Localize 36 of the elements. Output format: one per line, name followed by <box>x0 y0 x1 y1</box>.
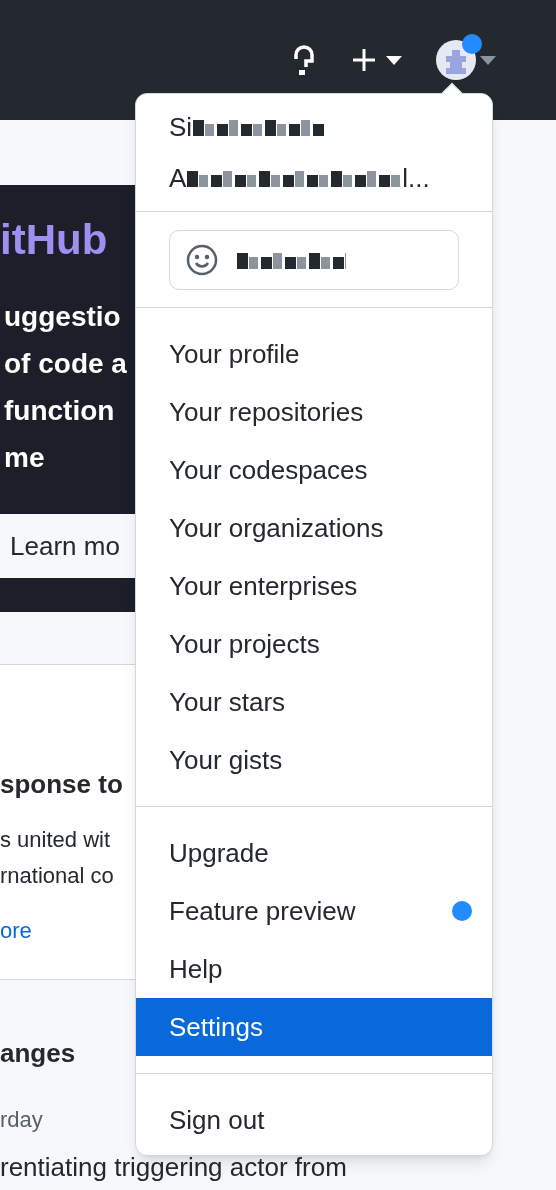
menu-item[interactable]: Your stars <box>136 673 492 731</box>
card-text: s united wit <box>0 826 111 854</box>
menu-item[interactable]: Settings <box>136 998 492 1056</box>
caret-icon <box>480 55 496 65</box>
menu-item[interactable]: Upgrade <box>136 824 492 882</box>
redacted-text-icon <box>236 250 346 269</box>
banner-text: uggestio <box>3 300 121 334</box>
username-text: A <box>169 161 187 195</box>
signed-in-label: Si <box>169 110 193 144</box>
menu-item[interactable]: Your enterprises <box>136 557 492 615</box>
plus-icon <box>352 48 376 72</box>
menu-item[interactable]: Your repositories <box>136 383 492 441</box>
banner-text: function <box>3 394 115 428</box>
menu-item[interactable]: Your organizations <box>136 499 492 557</box>
banner-title: itHub <box>0 215 108 265</box>
changelog-text: rentiating triggering actor from <box>0 1151 347 1184</box>
status-field[interactable] <box>169 229 459 290</box>
menu-item[interactable]: Your gists <box>136 731 492 789</box>
banner-text: of code a <box>3 347 127 381</box>
username-text-end: l... <box>402 161 430 195</box>
caret-icon <box>386 55 402 65</box>
menu-item[interactable]: Feature preview <box>136 882 492 940</box>
date-text: rday <box>0 1106 43 1134</box>
smiley-icon <box>186 243 218 276</box>
menu-item[interactable]: Your codespaces <box>136 441 492 499</box>
menu-item[interactable]: Help <box>136 940 492 998</box>
menu-item[interactable]: Sign out <box>136 1091 492 1149</box>
section-heading: anges <box>0 1037 76 1070</box>
card-heading: sponse to <box>0 768 123 801</box>
create-button[interactable] <box>352 48 402 72</box>
menu-item[interactable]: Your projects <box>136 615 492 673</box>
card-text: rnational co <box>0 862 114 890</box>
menu-item[interactable]: Your profile <box>136 325 492 383</box>
redacted-text-icon <box>192 118 325 136</box>
redacted-text-icon <box>186 169 403 187</box>
banner-text: me <box>3 441 45 475</box>
